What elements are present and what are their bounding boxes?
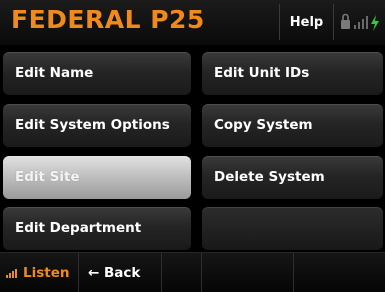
help-button[interactable]: Help: [279, 4, 334, 40]
listen-button[interactable]: Listen: [0, 253, 79, 292]
signal-bars-icon: [6, 268, 17, 278]
delete-system-button[interactable]: Delete System: [202, 156, 383, 199]
edit-unit-ids-button[interactable]: Edit Unit IDs: [202, 52, 383, 95]
back-button[interactable]: ← Back: [79, 253, 162, 292]
edit-site-button[interactable]: Edit Site: [3, 156, 191, 199]
page-title: FEDERAL P25: [11, 5, 205, 34]
power-bolt-icon: [371, 15, 379, 31]
footer-empty-slot: [202, 253, 294, 292]
signal-bars-icon: [354, 16, 368, 29]
lock-icon: [341, 13, 350, 29]
footer-empty-slot: [162, 253, 202, 292]
copy-system-button[interactable]: Copy System: [202, 104, 383, 147]
empty-menu-slot: [202, 207, 383, 250]
footer-empty-slot: [294, 253, 385, 292]
header-bar: FEDERAL P25 Help: [0, 0, 385, 45]
status-icons: [341, 13, 379, 31]
edit-department-button[interactable]: Edit Department: [3, 207, 191, 250]
edit-system-options-button[interactable]: Edit System Options: [3, 104, 191, 147]
edit-name-button[interactable]: Edit Name: [3, 52, 191, 95]
listen-label: Listen: [23, 264, 70, 281]
footer-bar: Listen ← Back: [0, 252, 385, 292]
